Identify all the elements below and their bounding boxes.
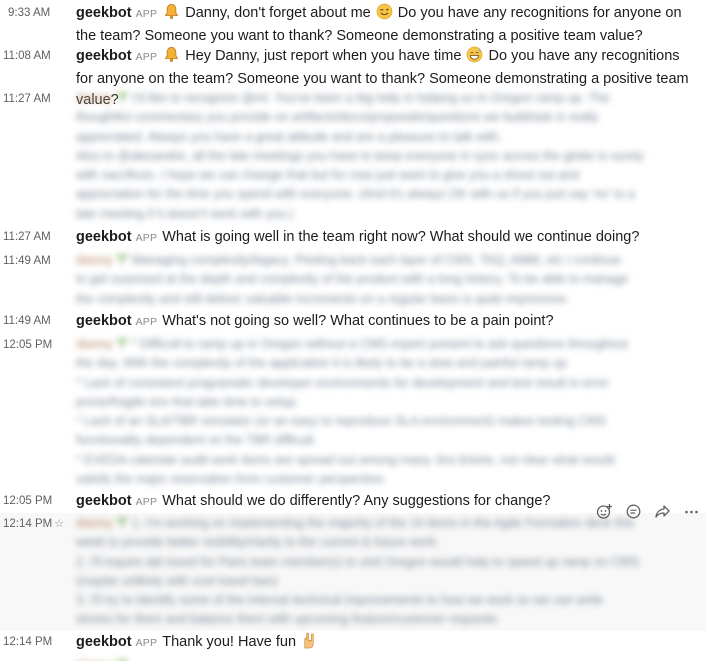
message-geekbot: 12:14 PM geekbot APP Thank you! Have fun [0, 631, 706, 655]
message-line: satisfy the major reservation from custo… [76, 472, 387, 487]
message-author[interactable]: danny [76, 91, 113, 105]
app-badge: APP [135, 316, 158, 328]
star-icon[interactable]: ☆ [54, 518, 64, 530]
message-user: 12:05 PM danny * Difficult to ramp up in… [0, 334, 706, 490]
message-line: * Difficult to ramp up in Oregon without… [131, 337, 628, 351]
message-timestamp[interactable]: 12:05 PM [3, 334, 52, 357]
app-badge: APP [135, 51, 158, 63]
message-line: stories for them and balance them with u… [76, 612, 498, 627]
message-timestamp[interactable]: 11:49 AM [3, 250, 51, 273]
message-line: the day. With the complexity of the appl… [76, 356, 567, 371]
message-line: I'd like to recognize @ml. You've been a… [131, 91, 610, 105]
message-feed: 9:33 AM geekbot APP Danny, don't forget a… [0, 0, 706, 661]
message-line: appreciation for the time you spend with… [76, 187, 635, 202]
message-geekbot: 11:08 AM geekbot APP Hey Danny, just repo… [0, 45, 706, 108]
message-line: functionality dependent on the TBR diffi… [76, 433, 317, 448]
bell-icon [162, 3, 181, 21]
sign-of-the-horns-icon [300, 632, 319, 650]
app-badge: APP [135, 8, 158, 20]
message-author[interactable]: geekbot [76, 493, 132, 509]
message-geekbot: 9:33 AM geekbot APP Danny, don't forget a… [0, 2, 706, 48]
message-timestamp[interactable]: 12:05 PM [3, 490, 52, 513]
message-user-hovered[interactable]: 12:14 PM ☆ danny 1. I'm working on implem… [0, 513, 706, 631]
message-line: with sacrifices. I hope we can change th… [76, 168, 580, 183]
message-author[interactable]: geekbot [76, 5, 132, 21]
message-timestamp[interactable]: 12:14 PM ☆ [3, 513, 64, 536]
app-badge: APP [135, 637, 158, 649]
message-line: to get surprised at the depth and comple… [76, 272, 628, 287]
message-user: 11:49 AM danny Managing complexity/legac… [0, 250, 706, 310]
question-text: What should we do differently? Any sugge… [162, 493, 551, 509]
bell-icon [162, 46, 181, 64]
message-line: * EVEDA calendar audit work items are sp… [76, 452, 615, 467]
message-geekbot: 11:27 AM geekbot APP What is going well in… [0, 226, 706, 250]
message-author[interactable]: danny [76, 253, 113, 267]
question-text: What's not going so well? What continues… [162, 313, 554, 329]
message-line: 2. I'll inquire abt travel for Paris tea… [76, 554, 640, 569]
share-message-icon[interactable] [648, 500, 677, 522]
winking-face-icon [375, 3, 394, 21]
message-author[interactable]: danny [76, 516, 113, 530]
message-user: 11:27 AM danny I'd like to recognize @ml… [0, 88, 706, 228]
reply-in-thread-icon[interactable] [619, 500, 648, 522]
message-line: appreciated. Always you have a great att… [76, 129, 502, 144]
message-timestamp[interactable]: 11:27 AM [3, 88, 51, 111]
add-reaction-icon[interactable] [590, 500, 619, 522]
message-timestamp[interactable]: 11:08 AM [3, 45, 51, 68]
message-author[interactable]: geekbot [76, 634, 132, 650]
message-line: week to provide better visibility/clarit… [76, 535, 440, 550]
grinning-face-with-sweat-icon [465, 46, 484, 64]
app-badge: APP [135, 232, 158, 244]
message-line: thoughtful commentary you provide on art… [76, 110, 599, 125]
plant-icon [116, 516, 128, 530]
message-timestamp[interactable]: 9:33 AM [8, 2, 50, 25]
message-timestamp[interactable]: 11:49 AM [3, 310, 51, 333]
plant-icon [116, 337, 128, 351]
message-line: Also to @alexandre, all the late meeting… [76, 148, 644, 163]
message-line: late meeting if it doesn't work with you… [76, 206, 294, 221]
message-user-partial: danny [0, 655, 706, 661]
message-author[interactable]: geekbot [76, 313, 132, 329]
message-line: 1. I'm working on implementing the major… [131, 516, 635, 530]
reminder-text: Hey Danny, just report when you have tim… [185, 48, 462, 64]
plant-icon [116, 91, 128, 105]
message-line: Managing complexity/legacy. Peeling back… [131, 253, 621, 267]
message-line: * Lack of an SLA/TBR simulator (or an ea… [76, 414, 607, 429]
message-actions-toolbar [590, 498, 706, 524]
message-author[interactable]: geekbot [76, 229, 132, 245]
message-line: the complexity and still deliver valuabl… [76, 291, 570, 306]
thanks-text: Thank you! Have fun [162, 634, 297, 650]
message-line: prone/fragile env that take time to setu… [76, 394, 300, 409]
message-line: * Lack of consistent programatic develop… [76, 375, 609, 390]
message-timestamp[interactable]: 11:27 AM [3, 226, 51, 249]
reminder-text: Danny, don't forget about me [185, 5, 371, 21]
message-author[interactable]: geekbot [76, 48, 132, 64]
message-geekbot: 11:49 AM geekbot APP What's not going so w… [0, 310, 706, 334]
message-line: (maybe unlikely with cost travel ban) [76, 573, 278, 588]
question-text: What is going well in the team right now… [162, 229, 640, 245]
message-line: 3. I'll try to identify some of the inte… [76, 593, 603, 608]
more-actions-icon[interactable] [677, 500, 706, 522]
message-author[interactable]: danny [76, 337, 113, 351]
plant-icon [116, 253, 128, 267]
message-timestamp[interactable]: 12:14 PM [3, 631, 52, 654]
app-badge: APP [135, 496, 158, 508]
